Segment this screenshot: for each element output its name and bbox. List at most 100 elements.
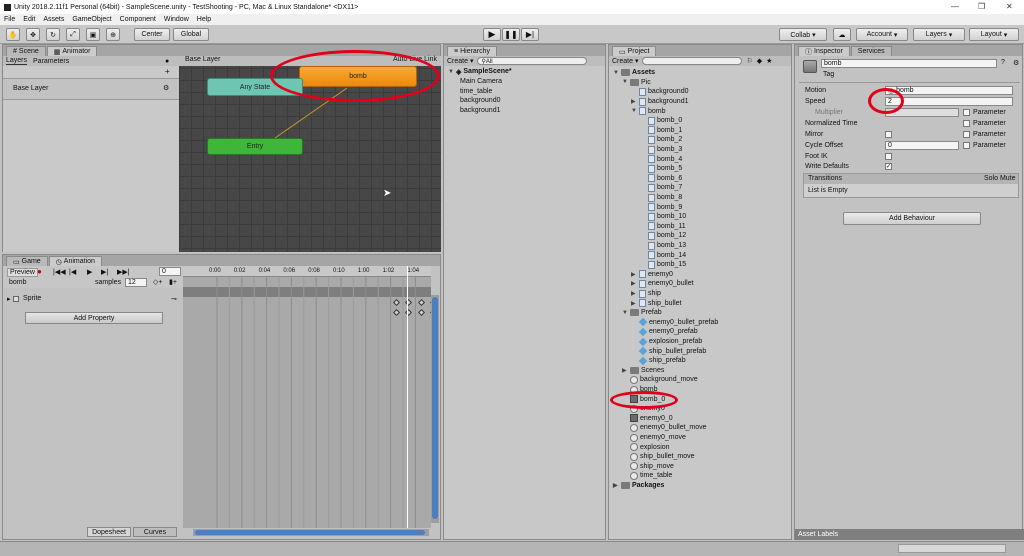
- project-item[interactable]: enemy0_move: [622, 433, 686, 443]
- collapse-arrow-icon[interactable]: ▼: [631, 108, 637, 114]
- pivot-global-button[interactable]: Global: [173, 28, 209, 41]
- prev-key-button[interactable]: |◀: [69, 268, 76, 276]
- project-item[interactable]: bomb_12: [640, 231, 686, 241]
- tab-services[interactable]: Services: [850, 46, 892, 56]
- project-item[interactable]: bomb_13: [640, 241, 686, 251]
- expand-arrow-icon[interactable]: ▶: [613, 482, 619, 489]
- tab-animation[interactable]: ◷ Animation: [48, 256, 102, 266]
- project-item[interactable]: ▶ ship: [631, 289, 661, 299]
- project-item[interactable]: ▶ ship_bullet: [631, 298, 681, 308]
- menu-item-file[interactable]: File: [4, 16, 15, 23]
- play-clip-button[interactable]: ▶: [87, 268, 92, 276]
- multiplier-parameter-checkbox[interactable]: [963, 109, 970, 116]
- project-item[interactable]: ▼ Pic: [622, 78, 651, 88]
- dopesheet-tab[interactable]: Dopesheet: [87, 527, 131, 537]
- record-button[interactable]: ●: [37, 267, 42, 276]
- project-item[interactable]: ship_bullet_prefab: [631, 346, 706, 356]
- project-item[interactable]: bomb_2: [640, 135, 682, 145]
- play-button[interactable]: ▶: [483, 28, 501, 41]
- menu-item-help[interactable]: Help: [197, 16, 211, 23]
- layers-dropdown[interactable]: Layers ▾: [913, 28, 965, 41]
- account-dropdown[interactable]: Account ▾: [856, 28, 908, 41]
- frame-field[interactable]: 0: [159, 267, 181, 276]
- project-item[interactable]: background_move: [622, 375, 698, 385]
- project-item[interactable]: explosion: [622, 442, 670, 452]
- project-item[interactable]: ▶ enemy0: [631, 270, 673, 280]
- motion-field[interactable]: ◎ bomb: [885, 86, 1013, 95]
- project-item[interactable]: bomb_6: [640, 174, 682, 184]
- hierarchy-item[interactable]: Main Camera: [460, 77, 502, 87]
- foot-ik-checkbox[interactable]: [885, 153, 892, 160]
- layers-subtab[interactable]: Layers: [6, 57, 28, 65]
- layout-dropdown[interactable]: Layout ▾: [969, 28, 1019, 41]
- pause-button[interactable]: ❚❚: [502, 28, 520, 41]
- expand-arrow-icon[interactable]: ▸: [7, 295, 11, 303]
- project-item[interactable]: bomb_4: [640, 154, 682, 164]
- project-item[interactable]: ▶ enemy0_bullet: [631, 279, 694, 289]
- mirror-checkbox[interactable]: [885, 131, 892, 138]
- tab-game[interactable]: ▭ Game: [6, 256, 48, 266]
- expand-arrow-icon[interactable]: ▶: [631, 271, 637, 278]
- project-item[interactable]: bomb_11: [640, 222, 686, 232]
- project-item[interactable]: explosion_prefab: [631, 337, 702, 347]
- add-layer-button[interactable]: +: [165, 67, 170, 76]
- preview-button[interactable]: Preview: [7, 268, 38, 277]
- hierarchy-search[interactable]: ⚲All: [477, 57, 588, 65]
- help-icon[interactable]: ?: [1001, 59, 1005, 66]
- collapse-arrow-icon[interactable]: ▼: [622, 79, 628, 85]
- close-icon[interactable]: ✕: [1006, 2, 1013, 11]
- project-item[interactable]: ▶ Packages: [613, 481, 664, 491]
- gear-icon[interactable]: ⚙: [163, 84, 169, 92]
- tab-hierarchy[interactable]: ≡ Hierarchy: [447, 46, 498, 56]
- animation-vscrollbar[interactable]: [431, 295, 439, 523]
- project-item[interactable]: bomb_15: [640, 260, 686, 270]
- project-item[interactable]: background0: [631, 87, 688, 97]
- rotate-tool-button[interactable]: ↻: [46, 28, 60, 41]
- cycle-offset-parameter-checkbox[interactable]: [963, 142, 970, 149]
- expand-arrow-icon[interactable]: ▶: [631, 280, 637, 287]
- animation-hscrollbar[interactable]: [193, 529, 429, 536]
- collapse-arrow-icon[interactable]: ▼: [448, 69, 454, 75]
- maximize-icon[interactable]: ❐: [978, 2, 985, 11]
- menu-item-window[interactable]: Window: [164, 16, 189, 23]
- tab-inspector[interactable]: ⓘ Inspector: [798, 46, 850, 56]
- project-item[interactable]: bomb_1: [640, 126, 682, 136]
- project-item[interactable]: bomb_5: [640, 164, 682, 174]
- collab-button[interactable]: Collab ▾: [779, 28, 827, 41]
- star-icon[interactable]: ★: [766, 57, 772, 65]
- parameters-subtab[interactable]: Parameters: [33, 58, 69, 65]
- tab-animator[interactable]: ▦ Animator: [46, 46, 98, 56]
- first-key-button[interactable]: |◀◀: [53, 268, 66, 276]
- project-item[interactable]: ship_bullet_move: [622, 452, 694, 462]
- property-options-icon[interactable]: ⊸: [171, 295, 177, 303]
- project-item[interactable]: ship_move: [622, 462, 674, 472]
- playhead[interactable]: [407, 266, 408, 528]
- project-search[interactable]: [642, 57, 743, 65]
- project-item[interactable]: bomb_7: [640, 183, 682, 193]
- curves-tab[interactable]: Curves: [133, 527, 177, 537]
- normalized-time-parameter-checkbox[interactable]: [963, 120, 970, 127]
- move-tool-button[interactable]: ✥: [26, 28, 40, 41]
- project-item[interactable]: bomb_3: [640, 145, 682, 155]
- project-item[interactable]: ▼ Prefab: [622, 308, 662, 318]
- settings-icon[interactable]: ⚙: [1013, 59, 1019, 67]
- project-item[interactable]: bomb_0: [640, 116, 682, 126]
- transform-tool-button[interactable]: ⊕: [106, 28, 120, 41]
- tab-project[interactable]: ▭ Project: [612, 46, 657, 56]
- tab-scene[interactable]: # Scene: [6, 46, 46, 56]
- mirror-parameter-checkbox[interactable]: [963, 131, 970, 138]
- project-item[interactable]: bomb_14: [640, 250, 686, 260]
- write-defaults-checkbox[interactable]: ✓: [885, 163, 892, 170]
- project-item[interactable]: ship_prefab: [631, 356, 686, 366]
- project-item[interactable]: ▼ bomb: [631, 106, 666, 116]
- layer-row-base[interactable]: Base Layer ⚙: [3, 78, 179, 100]
- dopesheet-view[interactable]: 0:00 0:02 0:04 0:06 0:08 0:10 1:00 1:02 1:04: [183, 266, 599, 528]
- project-create-dropdown[interactable]: Create ▾: [612, 57, 638, 65]
- collapse-arrow-icon[interactable]: ▼: [613, 70, 619, 76]
- last-key-button[interactable]: ▶▶|: [117, 268, 130, 276]
- add-property-button[interactable]: Add Property: [25, 312, 163, 324]
- scene-root[interactable]: ▼ ◈ SampleScene*: [448, 67, 512, 77]
- hierarchy-item[interactable]: background1: [460, 106, 500, 116]
- expand-arrow-icon[interactable]: ▶: [631, 98, 637, 105]
- project-item[interactable]: time_table: [622, 471, 672, 481]
